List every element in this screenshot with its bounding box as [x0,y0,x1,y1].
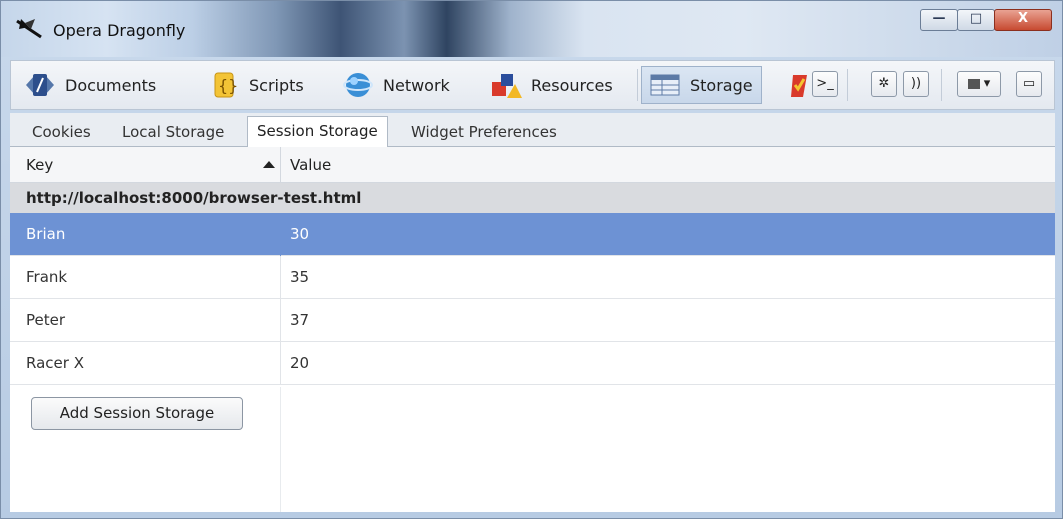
origin-url: http://localhost:8000/browser-test.html [26,189,362,207]
toolbar-storage[interactable]: Storage [641,66,762,104]
sort-ascending-icon[interactable] [263,161,275,168]
console-button[interactable]: >_ [812,71,838,97]
maximize-button[interactable]: □ [957,9,995,31]
toolbar-network-label: Network [383,75,450,95]
close-icon: X [1017,11,1029,26]
window-layout-icon [967,78,980,89]
add-session-storage-button[interactable]: Add Session Storage [31,397,243,430]
row-value: 35 [290,268,310,286]
row-value: 20 [290,354,310,372]
toolbar-documents[interactable]: Documents [23,66,156,104]
toolbar-resources-label: Resources [531,75,613,95]
toolbar-storage-label: Storage [690,75,753,95]
maximize-icon: □ [969,11,983,26]
scripts-icon: {} [214,72,238,98]
toolbar-resources[interactable]: Resources [489,66,613,104]
documents-icon [26,74,54,96]
storage-tabs: Cookies Local Storage Session Storage Wi… [10,113,1055,147]
minimize-button[interactable]: — [920,9,958,31]
storage-icon [650,74,680,96]
dragonfly-app-icon [16,19,42,39]
toolbar-scripts-label: Scripts [249,75,304,95]
tab-widget-preferences[interactable]: Widget Preferences [407,118,561,146]
settings-button[interactable]: ✲ [871,71,897,97]
minimize-icon: — [932,11,946,26]
network-icon [343,73,373,97]
row-key: Peter [26,311,66,329]
settings-icon: ✲ [878,76,890,91]
dock-button[interactable]: ▭ [1016,71,1042,97]
tab-local-storage[interactable]: Local Storage [118,118,228,146]
column-header-value[interactable]: Value [290,147,331,183]
resources-icon [492,74,522,98]
table-row[interactable]: Peter 37 [10,299,1055,342]
remote-debug-button[interactable]: )) [903,71,929,97]
toolbar-network[interactable]: Network [341,66,450,104]
remote-debug-icon: )) [910,76,922,91]
toolbar-scripts[interactable]: {} Scripts [207,66,304,104]
console-icon: >_ [816,76,834,91]
window-layout-button[interactable]: ▾ [957,71,1001,97]
dragonfly-window: Opera Dragonfly — □ X Documents {} Scrip… [0,0,1063,519]
toolbar-documents-label: Documents [65,75,157,95]
errors-icon[interactable] [789,73,809,99]
chevron-down-icon: ▾ [983,76,991,91]
table-row[interactable]: Racer X 20 [10,342,1055,385]
close-button[interactable]: X [994,9,1052,31]
dock-icon: ▭ [1022,76,1036,91]
main-toolbar: Documents {} Scripts Network Resources S… [10,60,1055,110]
table-row[interactable]: Brian 30 [10,213,1055,256]
column-header-key[interactable]: Key [26,147,53,183]
row-value: 37 [290,311,310,329]
window-title: Opera Dragonfly [53,21,186,40]
tab-cookies[interactable]: Cookies [28,118,95,146]
tab-session-storage[interactable]: Session Storage [247,116,388,147]
svg-text:{}: {} [218,76,238,95]
table-row[interactable]: Frank 35 [10,256,1055,299]
row-key: Frank [26,268,68,286]
row-value: 30 [290,225,310,243]
table-header: Key Value [10,147,1055,183]
storage-table: Key Value http://localhost:8000/browser-… [10,147,1055,512]
origin-group-row[interactable]: http://localhost:8000/browser-test.html [10,183,1055,213]
title-bar: Opera Dragonfly — □ X [1,1,1062,57]
row-key: Racer X [26,354,84,372]
row-key: Brian [26,225,66,243]
